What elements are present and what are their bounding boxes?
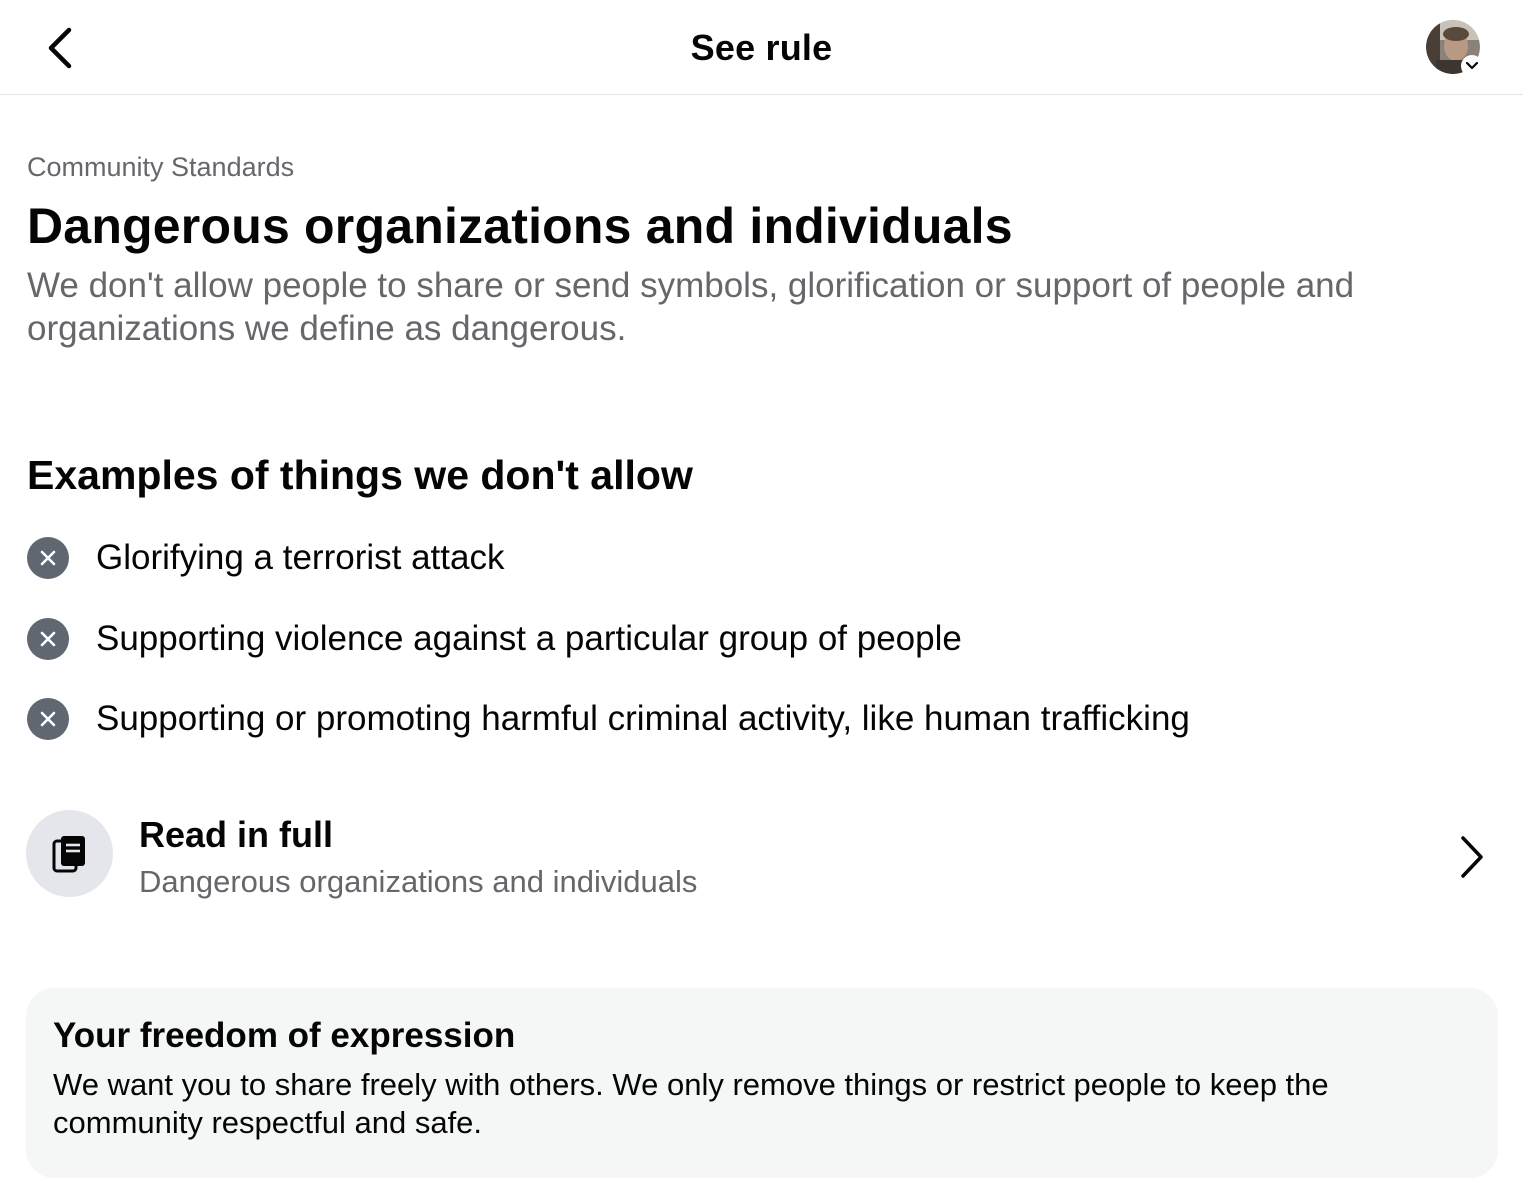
- card-title: Your freedom of expression: [53, 1016, 516, 1055]
- list-item: Supporting violence against a particular…: [27, 609, 1467, 669]
- freedom-of-expression-card: Your freedom of expression We want you t…: [26, 988, 1498, 1178]
- card-body: We want you to share freely with others.…: [53, 1067, 1329, 1140]
- list-item: Supporting or promoting harmful criminal…: [27, 689, 1467, 749]
- chevron-down-icon: [1461, 55, 1483, 77]
- list-item: Glorifying a terrorist attack: [27, 528, 1467, 588]
- x-circle-icon: [27, 618, 69, 660]
- profile-menu-button[interactable]: [1426, 20, 1484, 77]
- read-in-full-title: Read in full: [139, 814, 334, 855]
- read-in-full-subtitle: Dangerous organizations and individuals: [139, 864, 698, 899]
- chevron-right-icon: [1461, 836, 1483, 878]
- read-in-full-link[interactable]: Read in full Dangerous organizations and…: [26, 810, 1496, 900]
- examples-heading: Examples of things we don't allow: [27, 452, 693, 498]
- example-text: Supporting or promoting harmful criminal…: [96, 699, 1190, 738]
- example-text: Glorifying a terrorist attack: [96, 538, 505, 577]
- page-title: Dangerous organizations and individuals: [27, 198, 1013, 254]
- example-text: Supporting violence against a particular…: [96, 619, 962, 658]
- section-label: Community Standards: [27, 152, 295, 182]
- x-circle-icon: [27, 698, 69, 740]
- rule-description: We don't allow people to share or send s…: [27, 266, 1355, 348]
- top-bar: See rule: [0, 0, 1523, 95]
- book-icon: [26, 810, 113, 897]
- x-circle-icon: [27, 537, 69, 579]
- page-header-title: See rule: [690, 27, 833, 68]
